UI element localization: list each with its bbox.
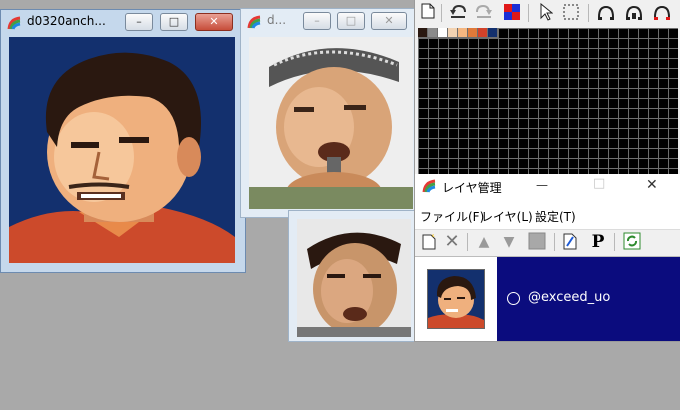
palette-color-icon[interactable] <box>502 3 522 23</box>
redo-icon[interactable] <box>474 3 494 23</box>
main-image-window[interactable]: d0320anch... – □ ✕ <box>0 9 246 273</box>
palette-swatch[interactable] <box>428 28 438 38</box>
close-button[interactable]: ✕ <box>371 12 407 30</box>
palette-grid[interactable] <box>418 28 678 174</box>
refresh-icon[interactable] <box>622 232 642 252</box>
layer-row[interactable]: @exceed_uo <box>415 256 680 341</box>
select-rect-icon[interactable] <box>561 3 581 23</box>
app-icon <box>422 178 438 194</box>
undo-icon[interactable] <box>448 3 468 23</box>
toolbar-separator <box>554 233 555 251</box>
move-up-icon[interactable]: ▲ <box>474 232 494 252</box>
menu-layer[interactable]: レイヤ(L) <box>481 208 533 225</box>
app-icon <box>247 14 263 30</box>
main-window-title: d0320anch... <box>27 14 106 28</box>
palette-swatch[interactable] <box>418 28 428 38</box>
toolbar-separator <box>588 4 589 22</box>
move-down-icon[interactable]: ▼ <box>499 232 519 252</box>
layer-name-area[interactable]: @exceed_uo <box>497 257 680 341</box>
maximize-button[interactable]: □ <box>593 176 605 191</box>
merge-layer-icon[interactable] <box>527 232 547 252</box>
minimize-button[interactable]: – <box>125 13 153 31</box>
layer-window-title: レイヤ管理 <box>442 181 502 195</box>
second-window-title: d... <box>267 13 287 27</box>
third-image-window[interactable] <box>288 210 416 342</box>
visibility-radio-icon[interactable] <box>507 292 520 305</box>
second-image-window[interactable]: d... – □ ✕ <box>240 8 416 218</box>
microphone-singer-image <box>249 37 413 209</box>
menu-file[interactable]: ファイル(F) <box>420 208 484 225</box>
third-image-canvas[interactable] <box>297 219 411 337</box>
portrait-image <box>9 37 235 263</box>
layer-thumbnail <box>427 269 485 329</box>
palette-swatch[interactable] <box>468 28 478 38</box>
pointer-icon[interactable] <box>536 2 556 23</box>
new-icon[interactable] <box>418 3 438 23</box>
close-button[interactable]: ✕ <box>646 177 658 193</box>
palette-swatch[interactable] <box>458 28 468 38</box>
new-layer-icon[interactable] <box>419 232 439 252</box>
app-icon <box>7 15 23 31</box>
minimize-button[interactable]: – <box>303 12 331 30</box>
layer-down-icon[interactable] <box>624 3 644 23</box>
palette-swatch[interactable] <box>478 28 488 38</box>
toolbar-separator <box>467 233 468 251</box>
second-image-canvas[interactable] <box>249 37 413 209</box>
toolbar-separator <box>614 233 615 251</box>
menu-settings[interactable]: 設定(T) <box>535 208 576 225</box>
toolbar-separator <box>441 4 442 22</box>
main-image-canvas[interactable] <box>9 37 235 263</box>
toolbar-separator <box>528 4 529 22</box>
second-window-titlebar[interactable]: d... – □ ✕ <box>241 9 415 33</box>
layer-property-icon[interactable]: P <box>588 232 608 252</box>
delete-layer-icon[interactable]: ✕ <box>442 232 462 252</box>
layer-name: @exceed_uo <box>528 290 611 305</box>
man-portrait-image <box>297 219 411 337</box>
layer-edit-icon[interactable] <box>560 232 580 252</box>
palette-swatch[interactable] <box>438 28 448 38</box>
maximize-button[interactable]: □ <box>337 12 365 30</box>
close-button[interactable]: ✕ <box>195 13 233 31</box>
palette-swatch[interactable] <box>448 28 458 38</box>
maximize-button[interactable]: □ <box>160 13 188 31</box>
main-window-titlebar[interactable]: d0320anch... – □ ✕ <box>1 10 245 34</box>
palette-swatch[interactable] <box>488 28 498 38</box>
layer-delete-icon[interactable] <box>652 3 672 23</box>
layer-up-icon[interactable] <box>596 3 616 23</box>
minimize-button[interactable]: — <box>536 178 548 192</box>
